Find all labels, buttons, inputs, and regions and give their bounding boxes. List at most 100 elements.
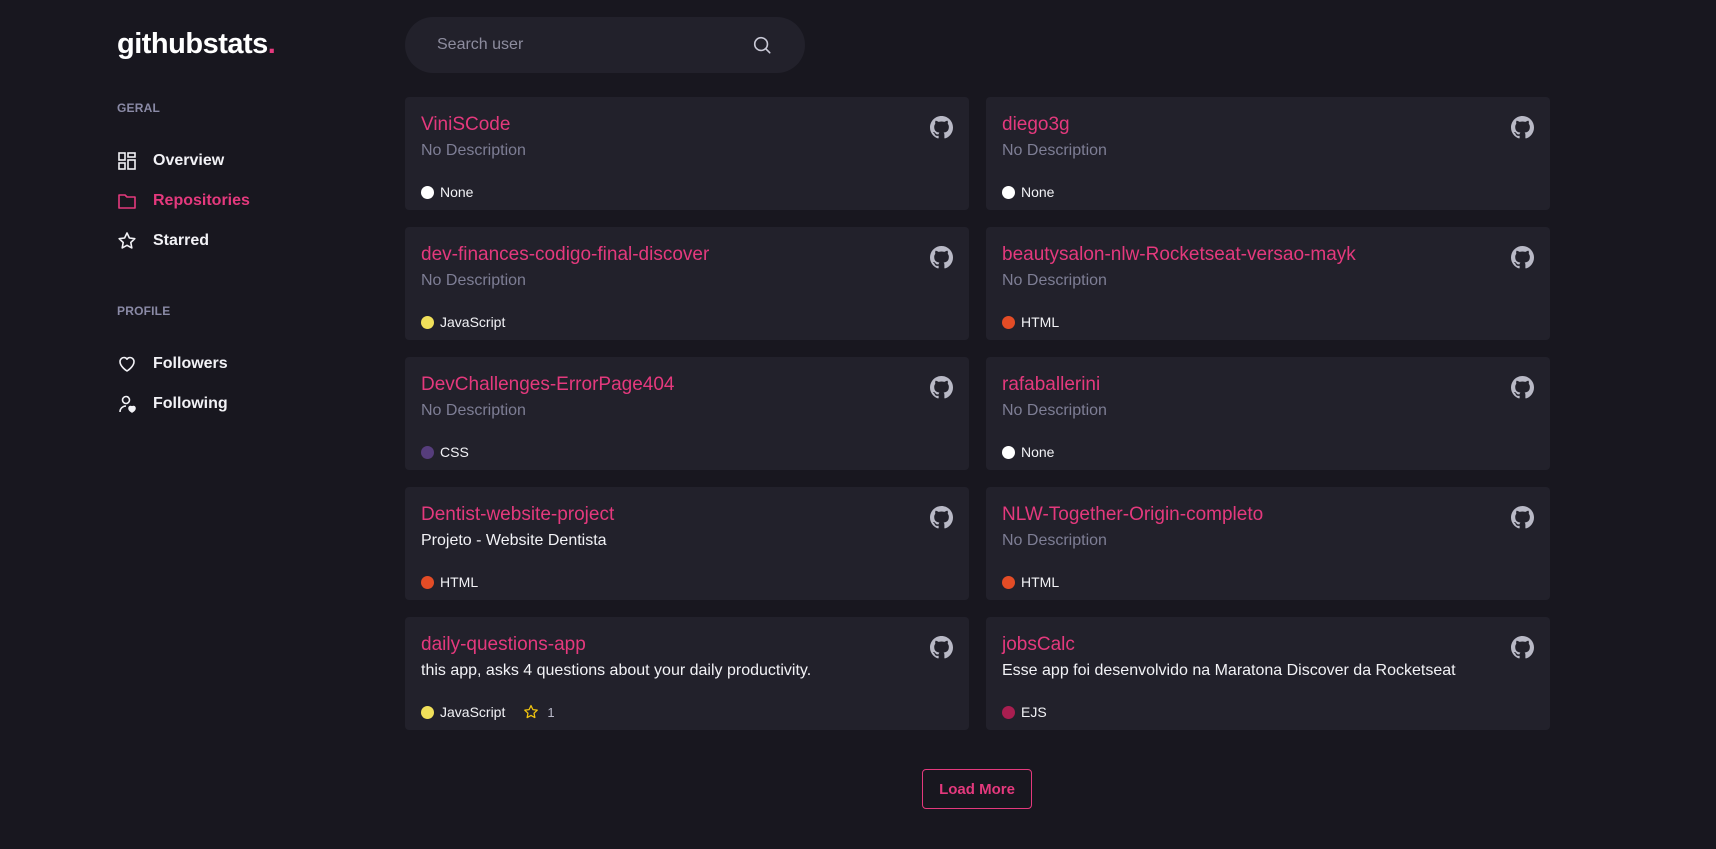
repo-name[interactable]: diego3g bbox=[1002, 114, 1534, 136]
repo-language: HTML bbox=[1021, 314, 1060, 330]
repo-meta: HTML bbox=[1002, 574, 1059, 590]
repo-meta: JavaScript 1 bbox=[421, 704, 555, 720]
repo-card[interactable]: rafaballerini No Description None bbox=[986, 357, 1550, 470]
repo-description: this app, asks 4 questions about your da… bbox=[421, 662, 812, 679]
repo-meta: HTML bbox=[421, 574, 478, 590]
repo-language: HTML bbox=[440, 574, 479, 590]
repo-language: None bbox=[1021, 184, 1055, 200]
repo-language: CSS bbox=[440, 444, 469, 460]
sidebar: githubstats. GERAL Overview Repositories bbox=[117, 0, 377, 849]
repo-description: Projeto - Website Dentista bbox=[421, 532, 607, 549]
user-heart-icon bbox=[117, 394, 137, 414]
repo-name[interactable]: DevChallenges-ErrorPage404 bbox=[421, 374, 953, 396]
github-icon[interactable] bbox=[930, 636, 953, 659]
github-icon[interactable] bbox=[1511, 116, 1534, 139]
star-icon bbox=[117, 231, 137, 251]
repo-meta: None bbox=[1002, 184, 1054, 200]
repo-name[interactable]: Dentist-website-project bbox=[421, 504, 953, 526]
repo-name[interactable]: dev-finances-codigo-final-discover bbox=[421, 244, 953, 266]
nav-item-following[interactable]: Following bbox=[117, 392, 228, 416]
repo-meta: CSS bbox=[421, 444, 469, 460]
repo-description: No Description bbox=[1002, 272, 1107, 289]
app-root: githubstats. GERAL Overview Repositories bbox=[0, 0, 1716, 849]
github-icon[interactable] bbox=[930, 376, 953, 399]
heart-icon bbox=[117, 354, 137, 374]
repo-name[interactable]: beautysalon-nlw-Rocketseat-versao-mayk bbox=[1002, 244, 1534, 266]
nav-item-repositories[interactable]: Repositories bbox=[117, 189, 250, 213]
nav-item-label: Following bbox=[153, 395, 228, 412]
repo-card[interactable]: Dentist-website-project Projeto - Websit… bbox=[405, 487, 969, 600]
dashboard-icon bbox=[117, 151, 137, 171]
nav-item-label: Starred bbox=[153, 232, 210, 249]
repo-grid: ViniSCode No Description None diego3g No… bbox=[405, 97, 1550, 730]
star-icon bbox=[524, 704, 539, 719]
repo-language: None bbox=[440, 184, 474, 200]
repo-description: No Description bbox=[421, 272, 526, 289]
star-count: 1 bbox=[547, 704, 555, 720]
repo-card[interactable]: ViniSCode No Description None bbox=[405, 97, 969, 210]
repo-meta: None bbox=[1002, 444, 1054, 460]
repo-language: HTML bbox=[1021, 574, 1060, 590]
repo-description: No Description bbox=[421, 142, 526, 159]
github-icon[interactable] bbox=[1511, 636, 1534, 659]
repo-name[interactable]: ViniSCode bbox=[421, 114, 953, 136]
search-bar bbox=[405, 17, 805, 73]
github-icon[interactable] bbox=[1511, 506, 1534, 529]
repo-card[interactable]: NLW-Together-Origin-completo No Descript… bbox=[986, 487, 1550, 600]
repo-description: No Description bbox=[1002, 402, 1107, 419]
repo-name[interactable]: daily-questions-app bbox=[421, 634, 953, 656]
nav-item-followers[interactable]: Followers bbox=[117, 352, 228, 376]
repo-description: No Description bbox=[1002, 532, 1107, 549]
section-title-profile: PROFILE bbox=[117, 304, 171, 318]
github-icon[interactable] bbox=[1511, 246, 1534, 269]
repo-language: JavaScript bbox=[440, 314, 506, 330]
github-icon[interactable] bbox=[930, 116, 953, 139]
language-dot bbox=[1002, 705, 1015, 719]
language-dot bbox=[421, 185, 434, 199]
repo-stars: 1 bbox=[523, 704, 555, 720]
repo-description: Esse app foi desenvolvido na Maratona Di… bbox=[1002, 662, 1456, 679]
github-icon[interactable] bbox=[930, 506, 953, 529]
repo-name[interactable]: jobsCalc bbox=[1002, 634, 1534, 656]
github-icon[interactable] bbox=[930, 246, 953, 269]
repo-description: No Description bbox=[1002, 142, 1107, 159]
repo-language: JavaScript bbox=[440, 704, 506, 720]
language-dot bbox=[1002, 575, 1015, 589]
language-dot bbox=[421, 705, 434, 719]
nav-item-label: Followers bbox=[153, 355, 228, 372]
repo-card[interactable]: diego3g No Description None bbox=[986, 97, 1550, 210]
repo-meta: HTML bbox=[1002, 314, 1059, 330]
nav-item-label: Overview bbox=[153, 152, 225, 169]
folder-icon bbox=[117, 191, 137, 211]
github-icon[interactable] bbox=[1511, 376, 1534, 399]
load-more-button[interactable]: Load More bbox=[922, 769, 1032, 809]
repo-card[interactable]: DevChallenges-ErrorPage404 No Descriptio… bbox=[405, 357, 969, 470]
language-dot bbox=[1002, 445, 1015, 459]
repo-meta: EJS bbox=[1002, 704, 1047, 720]
repo-language: EJS bbox=[1021, 704, 1047, 720]
logo[interactable]: githubstats. bbox=[117, 28, 276, 61]
nav-item-label: Repositories bbox=[153, 192, 250, 209]
language-dot bbox=[1002, 315, 1015, 329]
nav-item-starred[interactable]: Starred bbox=[117, 229, 209, 253]
repo-card[interactable]: jobsCalc Esse app foi desenvolvido na Ma… bbox=[986, 617, 1550, 730]
logo-text: githubstats bbox=[117, 28, 268, 60]
search-input[interactable] bbox=[437, 36, 751, 54]
section-title-geral: GERAL bbox=[117, 101, 160, 115]
search-icon[interactable] bbox=[751, 34, 773, 56]
logo-dot: . bbox=[267, 28, 276, 60]
repo-name[interactable]: NLW-Together-Origin-completo bbox=[1002, 504, 1534, 526]
repo-name[interactable]: rafaballerini bbox=[1002, 374, 1534, 396]
repo-meta: JavaScript bbox=[421, 314, 505, 330]
repo-language: None bbox=[1021, 444, 1055, 460]
language-dot bbox=[1002, 185, 1015, 199]
nav-item-overview[interactable]: Overview bbox=[117, 149, 224, 173]
language-dot bbox=[421, 315, 434, 329]
language-dot bbox=[421, 575, 434, 589]
repo-card[interactable]: daily-questions-app this app, asks 4 que… bbox=[405, 617, 969, 730]
repo-card[interactable]: dev-finances-codigo-final-discover No De… bbox=[405, 227, 969, 340]
repo-description: No Description bbox=[421, 402, 526, 419]
repo-meta: None bbox=[421, 184, 473, 200]
repo-card[interactable]: beautysalon-nlw-Rocketseat-versao-mayk N… bbox=[986, 227, 1550, 340]
language-dot bbox=[421, 445, 434, 459]
